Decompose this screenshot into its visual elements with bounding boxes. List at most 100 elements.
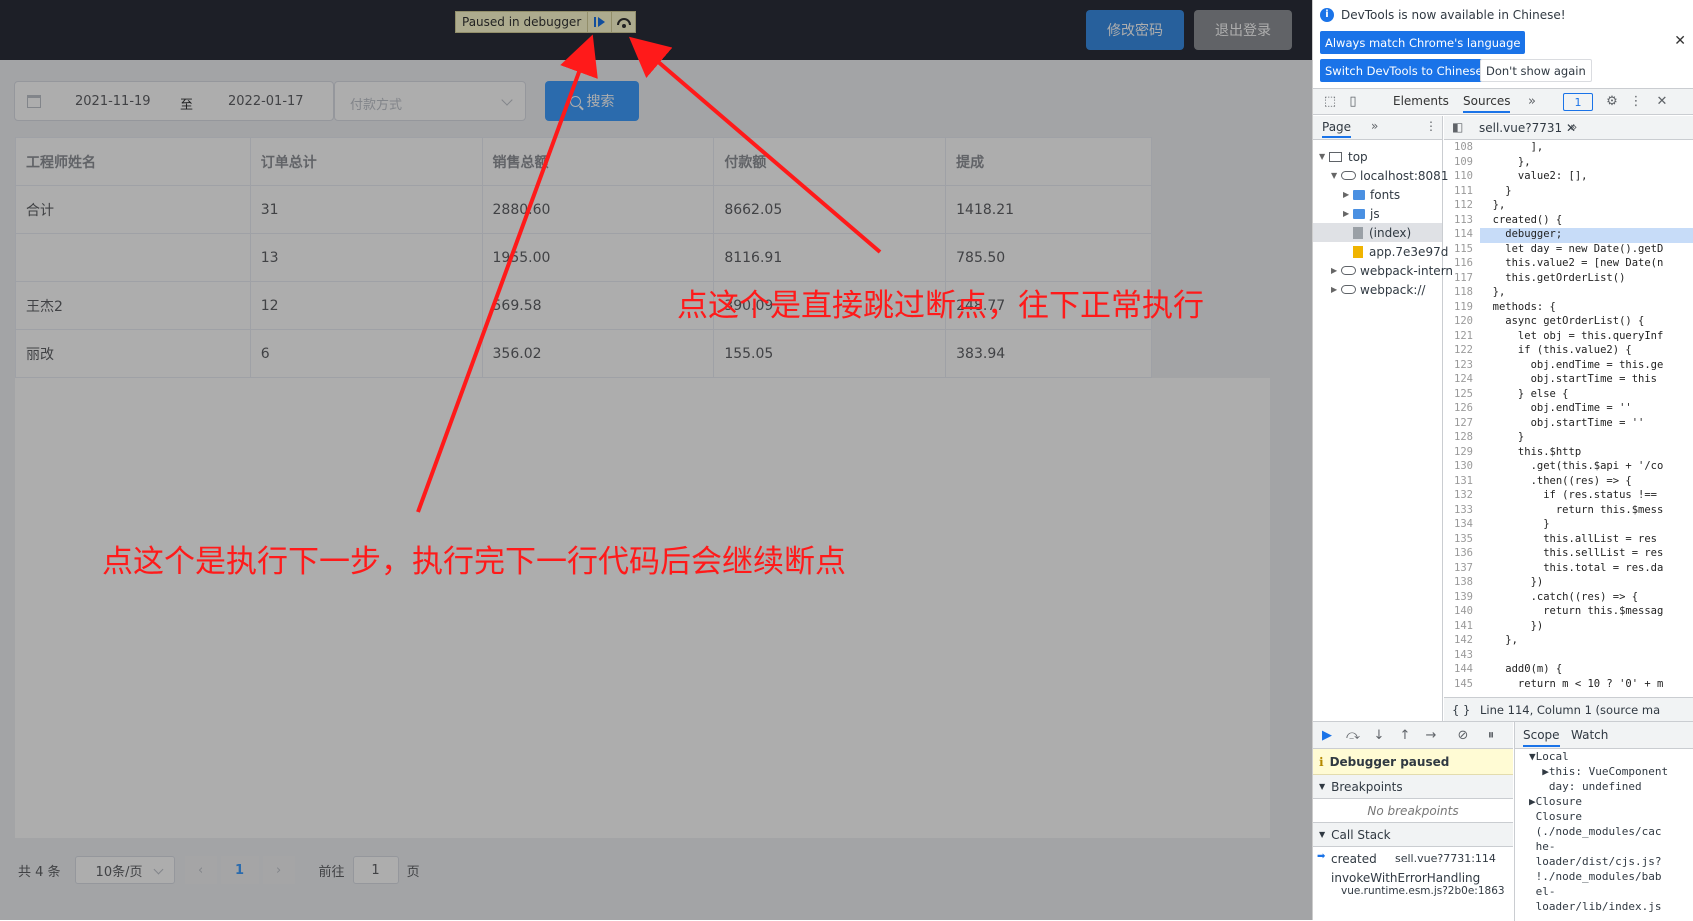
line-number[interactable]: 139 [1444,591,1480,606]
step-over-icon[interactable]: ⤼ [1345,728,1361,743]
line-number[interactable]: 128 [1444,431,1480,446]
line-number[interactable]: 125 [1444,388,1480,403]
line-number[interactable]: 127 [1444,417,1480,432]
line-number[interactable]: 126 [1444,402,1480,417]
scope-entry[interactable]: !./node_modules/bab [1515,869,1693,884]
line-number[interactable]: 130 [1444,460,1480,475]
code-line[interactable]: 128 } [1444,431,1693,446]
code-line[interactable]: 133 return this.$mess [1444,504,1693,519]
code-line[interactable]: 129 this.$http [1444,446,1693,461]
code-line[interactable]: 120 async getOrderList() { [1444,315,1693,330]
switch-to-chinese-button[interactable]: Switch DevTools to Chinese [1320,59,1488,82]
code-line[interactable]: 114 debugger; [1444,228,1693,243]
scope-entry[interactable]: ▶this: VueComponent [1515,764,1693,779]
code-line[interactable]: 119 methods: { [1444,301,1693,316]
code-line[interactable]: 141 }) [1444,620,1693,635]
deactivate-breakpoints-icon[interactable]: ⊘ [1455,728,1471,743]
resume-button[interactable] [587,12,611,32]
line-number[interactable]: 117 [1444,272,1480,287]
code-line[interactable]: 137 this.total = res.da [1444,562,1693,577]
logout-button[interactable]: 退出登录 [1194,10,1292,50]
scope-variables[interactable]: ▼Local ▶this: VueComponent day: undefine… [1514,749,1693,921]
line-number[interactable]: 135 [1444,533,1480,548]
code-line[interactable]: 132 if (res.status !== [1444,489,1693,504]
scope-entry[interactable]: ▶Closure [1515,794,1693,809]
line-number[interactable]: 120 [1444,315,1480,330]
payment-method-select[interactable]: 付款方式 [334,81,526,121]
code-line[interactable]: 110 value2: [], [1444,170,1693,185]
tab-sources[interactable]: Sources [1463,94,1511,113]
tree-item-webpack[interactable]: ▶ webpack:// [1313,280,1425,299]
line-number[interactable]: 121 [1444,330,1480,345]
line-number[interactable]: 110 [1444,170,1480,185]
code-line[interactable]: 121 let obj = this.queryInf [1444,330,1693,345]
toggle-navigator-icon[interactable]: ◧ [1452,120,1463,134]
scope-entry[interactable]: (./node_modules/cac [1515,824,1693,839]
stack-frame[interactable]: ➡ created sell.vue?7731:114 [1313,847,1513,869]
line-number[interactable]: 108 [1444,141,1480,156]
line-number[interactable]: 109 [1444,156,1480,171]
code-line[interactable]: 122 if (this.value2) { [1444,344,1693,359]
end-date[interactable]: 2022-01-17 [228,94,304,109]
code-line[interactable]: 144 add0(m) { [1444,663,1693,678]
code-line[interactable]: 108 ], [1444,141,1693,156]
line-number[interactable]: 111 [1444,185,1480,200]
line-number[interactable]: 122 [1444,344,1480,359]
step-into-icon[interactable]: ↓ [1371,728,1387,743]
code-line[interactable]: 112 }, [1444,199,1693,214]
tab-page[interactable]: Page [1322,120,1352,138]
code-line[interactable]: 139 .catch((res) => { [1444,591,1693,606]
tree-item-webpack-internal[interactable]: ▶ webpack-intern [1313,261,1453,280]
close-icon[interactable]: ✕ [1674,33,1686,49]
code-lines[interactable]: 108 ], 109 }, 110 value2: [], 111 } 112 }, 11… [1444,141,1693,696]
code-line[interactable]: 140 return this.$messag [1444,605,1693,620]
inspect-icon[interactable]: ⬚ [1323,95,1337,109]
tab-elements[interactable]: Elements [1393,94,1449,108]
line-number[interactable]: 137 [1444,562,1480,577]
line-number[interactable]: 141 [1444,620,1480,635]
pretty-print-icon[interactable]: { } [1452,703,1470,717]
tree-item-app-js[interactable]: app.7e3e97d [1313,242,1448,261]
line-number[interactable]: 113 [1444,214,1480,229]
code-line[interactable]: 115 let day = new Date().getD [1444,243,1693,258]
more-icon[interactable]: » [1570,120,1577,134]
code-line[interactable]: 127 obj.startTime = '' [1444,417,1693,432]
tree-item-js[interactable]: ▶ js [1313,204,1380,223]
code-line[interactable]: 116 this.value2 = [new Date(n [1444,257,1693,272]
line-number[interactable]: 131 [1444,475,1480,490]
tab-watch[interactable]: Watch [1571,728,1608,742]
issues-badge[interactable]: 1 [1563,93,1593,111]
code-line[interactable]: 143 [1444,649,1693,664]
code-line[interactable]: 138 }) [1444,576,1693,591]
scope-entry[interactable]: Closure [1515,809,1693,824]
gear-icon[interactable]: ⚙ [1605,95,1619,109]
line-number[interactable]: 129 [1444,446,1480,461]
kebab-menu-icon[interactable]: ⋮ [1629,95,1643,109]
date-range-picker[interactable]: 2021-11-19 至 2022-01-17 [14,81,334,121]
tree-item-index[interactable]: (index) [1313,223,1442,242]
goto-page-input[interactable]: 1 [352,856,399,884]
scope-entry[interactable]: loader/dist/cjs.js? [1515,854,1693,869]
line-number[interactable]: 145 [1444,678,1480,693]
scope-entry[interactable]: day: undefined [1515,779,1693,794]
close-devtools-icon[interactable]: ✕ [1655,95,1669,109]
pause-on-exceptions-icon[interactable]: ⏸ [1483,728,1499,743]
scope-entry[interactable]: ▼Local [1515,749,1693,764]
change-password-button[interactable]: 修改密码 [1086,10,1184,50]
kebab-menu-icon[interactable]: ⋮ [1425,119,1437,133]
code-line[interactable]: 118 }, [1444,286,1693,301]
scope-entry[interactable]: loader/lib/index.js [1515,899,1693,914]
code-line[interactable]: 130 .get(this.$api + '/co [1444,460,1693,475]
stack-frame[interactable]: invokeWithErrorHandling vue.runtime.esm.… [1313,869,1513,901]
code-line[interactable]: 124 obj.startTime = this [1444,373,1693,388]
step-out-icon[interactable]: ↑ [1397,728,1413,743]
line-number[interactable]: 116 [1444,257,1480,272]
scope-entry[interactable]: he- [1515,839,1693,854]
tree-item-fonts[interactable]: ▶ fonts [1313,185,1400,204]
line-number[interactable]: 140 [1444,605,1480,620]
more-tabs-icon[interactable]: » [1525,95,1539,109]
call-stack-header[interactable]: ▼ Call Stack [1313,823,1513,847]
line-number[interactable]: 118 [1444,286,1480,301]
code-line[interactable]: 136 this.sellList = res [1444,547,1693,562]
line-number[interactable]: 123 [1444,359,1480,374]
